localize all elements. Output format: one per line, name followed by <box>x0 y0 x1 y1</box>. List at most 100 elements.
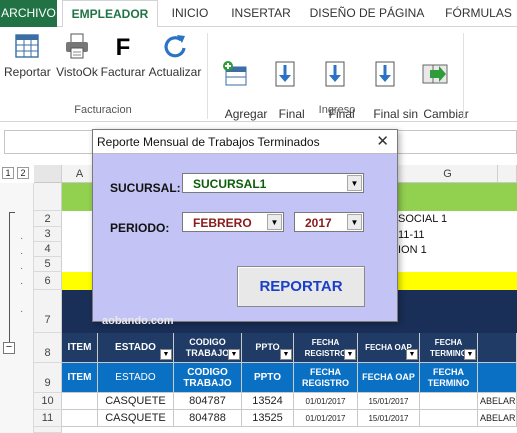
switch-sheet-icon <box>422 64 448 84</box>
tab-inicio[interactable]: INICIO <box>162 0 218 27</box>
cell-termino[interactable] <box>420 410 478 427</box>
outline-dot: · <box>20 306 24 317</box>
reportar-button[interactable]: Reportar <box>4 31 51 79</box>
download-doc-icon <box>375 61 395 87</box>
filter-dropdown-icon[interactable]: ▼ <box>280 349 292 360</box>
row-header-1[interactable] <box>34 183 62 211</box>
cell-item[interactable] <box>62 410 98 427</box>
dialog-titlebar[interactable]: Reporte Mensual de Trabajos Terminados ✕ <box>93 130 397 154</box>
report-dialog: Reporte Mensual de Trabajos Terminados ✕… <box>92 129 398 322</box>
column-header-g[interactable]: G <box>398 165 498 183</box>
row-header-7[interactable]: 7 <box>34 290 62 333</box>
row-header-2[interactable]: 2 <box>34 211 62 227</box>
row-header-9[interactable]: 9 <box>34 363 62 393</box>
close-icon[interactable]: ✕ <box>376 132 389 150</box>
row-header-11[interactable]: 11 <box>34 410 62 427</box>
row-header-6[interactable]: 6 <box>34 272 62 290</box>
tab-diseno-de-pagina[interactable]: DISEÑO DE PÁGINA <box>305 0 429 27</box>
cell-g3[interactable]: 11-11 <box>398 229 425 241</box>
vistook-label: VistoOk <box>56 65 98 79</box>
th-item-filter[interactable]: ITEM <box>62 333 98 363</box>
cell-item[interactable] <box>62 393 98 410</box>
cell-registro[interactable]: 01/01/2017 <box>294 410 358 427</box>
outline-gutter <box>0 183 34 433</box>
download-doc-icon <box>325 61 345 87</box>
row-header-4[interactable]: 4 <box>34 242 62 257</box>
chevron-down-icon[interactable]: ▼ <box>347 175 362 191</box>
sucursal-value: SUCURSAL1 <box>193 177 267 191</box>
cell-ppto[interactable]: 13524 <box>242 393 294 410</box>
cell-ppto[interactable]: 13525 <box>242 410 294 427</box>
cell-extra[interactable]: ABELARD <box>478 393 517 410</box>
th-item: ITEM <box>62 363 98 393</box>
row-header-3[interactable]: 3 <box>34 227 62 242</box>
select-all-corner[interactable] <box>34 165 62 183</box>
download-doc-icon <box>275 61 295 87</box>
column-header-h[interactable] <box>498 165 517 183</box>
month-value: FEBRERO <box>193 216 252 230</box>
filter-dropdown-icon[interactable]: ▼ <box>228 349 240 360</box>
cell-extra[interactable]: ABELARD <box>478 410 517 427</box>
add-row-icon <box>223 61 247 86</box>
filter-dropdown-icon[interactable]: ▼ <box>344 349 356 360</box>
th-extra-filter <box>478 333 517 363</box>
outline-bracket-top <box>9 212 15 213</box>
watermark-text: aobando.com <box>102 315 174 327</box>
cell-registro[interactable]: 01/01/2017 <box>294 393 358 410</box>
sucursal-select[interactable]: SUCURSAL1 ▼ <box>182 173 364 193</box>
year-select[interactable]: 2017 ▼ <box>294 212 364 232</box>
refresh-icon <box>164 35 186 58</box>
cell-estado[interactable]: CASQUETE <box>98 393 174 410</box>
row-header-8[interactable]: 8 <box>34 333 62 363</box>
dialog-title: Reporte Mensual de Trabajos Terminados <box>97 135 320 149</box>
th-estado: ESTADO <box>98 363 174 393</box>
tab-formulas[interactable]: FÓRMULAS <box>440 0 517 27</box>
cell-codigo[interactable]: 804788 <box>174 410 242 427</box>
year-value: 2017 <box>305 216 332 230</box>
tab-archivo[interactable]: ARCHIVO <box>0 0 57 27</box>
th-oap: FECHA OAP <box>358 363 420 393</box>
outline-level-2-button[interactable]: 2 <box>17 167 29 179</box>
actualizar-button[interactable]: Actualizar <box>148 31 202 79</box>
outline-bracket-line <box>9 212 10 342</box>
cell-oap[interactable]: 15/01/2017 <box>358 410 420 427</box>
filter-dropdown-icon[interactable]: ▼ <box>406 349 418 360</box>
sucursal-label: SUCURSAL: <box>110 181 181 195</box>
group-separator <box>207 33 208 119</box>
row-header-12[interactable] <box>34 427 62 433</box>
outline-level-1-button[interactable]: 1 <box>2 167 14 179</box>
tab-insertar[interactable]: INSERTAR <box>226 0 296 27</box>
filter-dropdown-icon[interactable]: ▼ <box>464 349 476 360</box>
cell-estado[interactable]: CASQUETE <box>98 410 174 427</box>
tab-empleador[interactable]: EMPLEADOR <box>62 0 158 28</box>
group-facturacion-label: Facturacion <box>74 104 132 116</box>
chevron-down-icon[interactable]: ▼ <box>347 214 362 230</box>
letter-f-icon: F <box>116 34 131 61</box>
th-registro: FECHA REGISTRO <box>294 363 358 393</box>
outline-collapse-button[interactable]: − <box>3 342 15 354</box>
th-ppto: PPTO <box>242 363 294 393</box>
printer-icon <box>66 33 88 59</box>
cell-g4[interactable]: ION 1 <box>398 244 427 256</box>
row-header-10[interactable]: 10 <box>34 393 62 410</box>
chevron-down-icon[interactable]: ▼ <box>267 214 282 230</box>
table-report-icon <box>15 34 39 58</box>
vistook-button[interactable]: VistoOk <box>54 31 100 79</box>
reportar-dialog-button[interactable]: REPORTAR <box>237 266 365 307</box>
filter-dropdown-icon[interactable]: ▼ <box>160 349 172 360</box>
cell-oap[interactable]: 15/01/2017 <box>358 393 420 410</box>
cell-codigo[interactable]: 804787 <box>174 393 242 410</box>
cell-g2[interactable]: SOCIAL 1 <box>398 213 447 225</box>
month-select[interactable]: FEBRERO ▼ <box>182 212 284 232</box>
outline-dot: · <box>20 263 24 274</box>
row-header-5[interactable]: 5 <box>34 257 62 272</box>
svg-text:F: F <box>116 34 131 61</box>
periodo-label: PERIODO: <box>110 221 170 235</box>
actualizar-label: Actualizar <box>148 65 202 79</box>
group-ingreso-label: Ingreso <box>318 104 356 116</box>
th-extra <box>478 363 517 393</box>
ribbon-tabs: ARCHIVO EMPLEADOR INICIO INSERTAR DISEÑO… <box>0 0 517 28</box>
th-termino: FECHA TERMINO <box>420 363 478 393</box>
cell-termino[interactable] <box>420 393 478 410</box>
facturar-button[interactable]: F Facturar <box>100 31 146 79</box>
